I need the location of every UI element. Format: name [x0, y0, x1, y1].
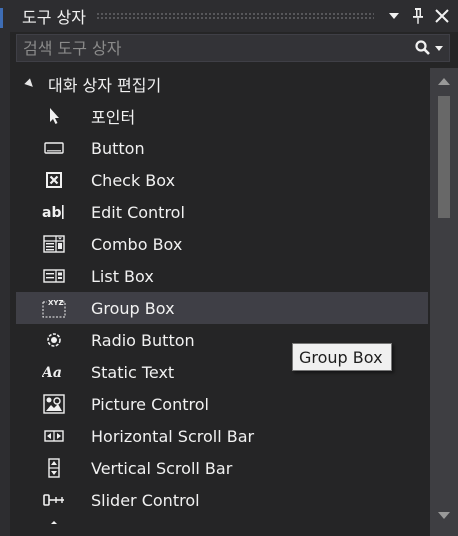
scroll-down-arrow-icon[interactable]: [438, 512, 450, 519]
close-button[interactable]: [430, 4, 454, 28]
toolbox-panel: 도구 상자 검색 도구 상자 대화 상자 편집기 포인터 Button Chec…: [10, 0, 458, 536]
button-icon: [42, 138, 66, 158]
toolbox-item-label: 포인터: [91, 108, 136, 127]
toolbox-item-slider-control[interactable]: Slider Control: [16, 484, 428, 516]
adjacent-window-edge: [0, 0, 10, 536]
toolbox-item-label: Slider Control: [91, 490, 200, 510]
toolbox-list: 대화 상자 편집기 포인터 Button Check Box ab Edit C…: [16, 68, 428, 536]
search-input[interactable]: [17, 36, 409, 60]
search-box: [16, 34, 450, 62]
dropdown-arrow-icon: [389, 13, 399, 19]
toolbox-item-pointer[interactable]: 포인터: [16, 100, 428, 132]
group-header-dialog-editor[interactable]: 대화 상자 편집기: [16, 68, 428, 100]
toolbox-item-label: Vertical Scroll Bar: [91, 458, 233, 478]
pin-icon: [413, 8, 423, 24]
group-header-label: 대화 상자 편집기: [48, 76, 162, 95]
toolbox-item-vertical-scroll-bar[interactable]: Vertical Scroll Bar: [16, 452, 428, 484]
tooltip: Group Box: [292, 343, 392, 371]
pointer-icon: [42, 106, 66, 126]
partial-item-icon: [42, 516, 66, 526]
toolbox-item-check-box[interactable]: Check Box: [16, 164, 428, 196]
toolbox-item-picture-control[interactable]: Picture Control: [16, 388, 428, 420]
slider-control-icon: [42, 490, 66, 510]
toolbox-item-combo-box[interactable]: Combo Box: [16, 228, 428, 260]
toolbox-item-group-box[interactable]: XYZ Group Box: [16, 292, 428, 324]
toolbox-item-label: Combo Box: [91, 234, 183, 254]
toolbox-item-label: Button: [91, 138, 145, 158]
window-menu-button[interactable]: [382, 4, 406, 28]
toolbox-item-horizontal-scroll-bar[interactable]: Horizontal Scroll Bar: [16, 420, 428, 452]
expand-collapse-icon: [24, 78, 36, 90]
svg-text:ab: ab: [42, 205, 61, 221]
pin-button[interactable]: [406, 4, 430, 28]
toolbox-item-label: Radio Button: [91, 330, 195, 350]
search-button[interactable]: [409, 35, 449, 61]
close-icon: [435, 9, 449, 23]
vertical-scrollbar-icon: [42, 458, 66, 478]
toolbox-item-edit-control[interactable]: ab Edit Control: [16, 196, 428, 228]
list-box-icon: [42, 266, 66, 286]
checkbox-icon: [42, 170, 66, 190]
adjacent-window-accent: [0, 8, 3, 28]
toolbox-item-list-box[interactable]: List Box: [16, 260, 428, 292]
search-options-arrow-icon: [435, 45, 443, 51]
search-icon: [415, 40, 430, 55]
combo-box-icon: [42, 234, 66, 254]
toolbox-item-label: Picture Control: [91, 394, 209, 414]
group-box-icon: XYZ: [42, 298, 66, 318]
toolbox-item-button[interactable]: Button: [16, 132, 428, 164]
toolbox-item-partial[interactable]: [16, 516, 428, 536]
picture-control-icon: [42, 394, 66, 414]
toolbox-item-label: Group Box: [91, 298, 175, 318]
toolbox-item-label: Static Text: [91, 362, 175, 382]
tooltip-text: Group Box: [299, 347, 383, 367]
toolbox-item-label: Horizontal Scroll Bar: [91, 426, 255, 446]
toolbox-item-label: Edit Control: [91, 202, 185, 222]
radio-button-icon: [42, 330, 66, 350]
scroll-thumb[interactable]: [438, 96, 450, 218]
edit-control-icon: ab: [42, 202, 66, 222]
toolbox-titlebar[interactable]: 도구 상자: [10, 0, 458, 32]
toolbox-item-label: Check Box: [91, 170, 176, 190]
svg-text:XYZ: XYZ: [48, 299, 64, 307]
static-text-icon: Aa: [42, 362, 66, 382]
drag-grip[interactable]: [95, 12, 374, 20]
scroll-up-arrow-icon[interactable]: [438, 78, 450, 85]
toolbox-item-label: List Box: [91, 266, 154, 286]
svg-text:Aa: Aa: [42, 365, 62, 380]
toolbox-title: 도구 상자: [22, 8, 86, 27]
vertical-scrollbar[interactable]: [430, 68, 458, 536]
horizontal-scrollbar-icon: [42, 426, 66, 446]
